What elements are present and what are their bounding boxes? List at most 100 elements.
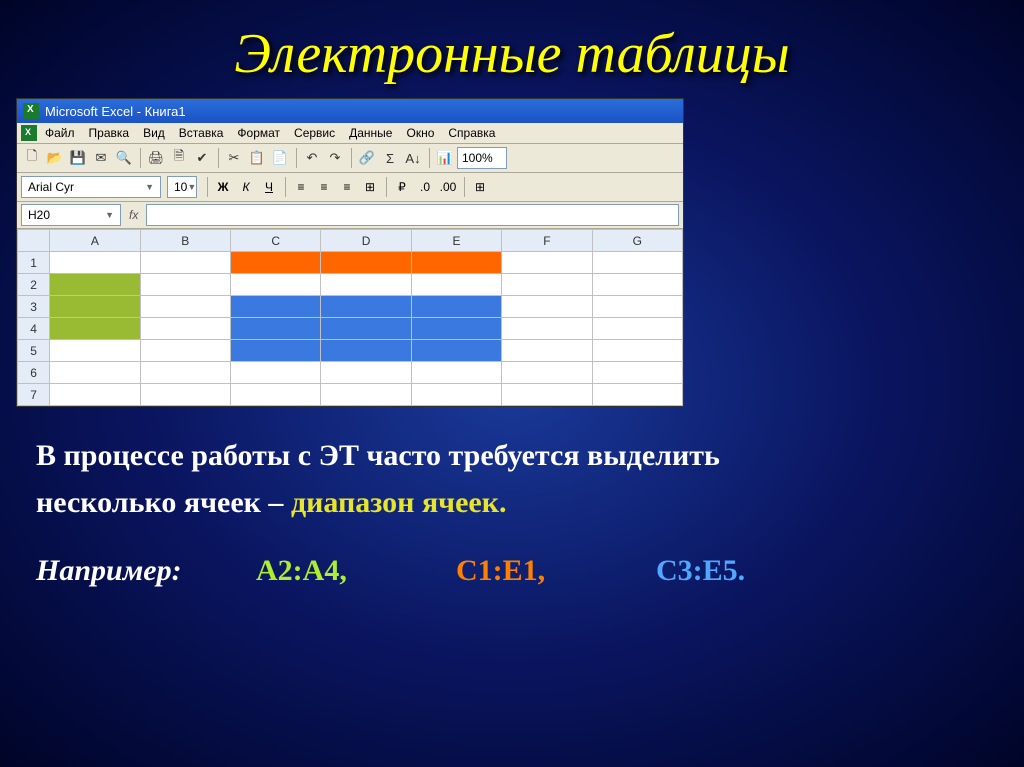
search-icon[interactable]: 🔍 — [113, 147, 135, 169]
name-box[interactable]: H20 ▼ — [21, 204, 121, 226]
cell[interactable] — [140, 384, 230, 406]
italic-button[interactable]: К — [235, 176, 257, 198]
autosum-icon[interactable]: Σ — [379, 147, 401, 169]
save-icon[interactable]: 💾 — [67, 147, 89, 169]
cell[interactable] — [411, 362, 501, 384]
cell[interactable] — [411, 384, 501, 406]
cut-icon[interactable]: ✂ — [223, 147, 245, 169]
row-header[interactable]: 1 — [18, 252, 50, 274]
cell[interactable] — [50, 362, 140, 384]
cell[interactable] — [50, 252, 140, 274]
menu-item[interactable]: Сервис — [294, 126, 335, 140]
undo-icon[interactable]: ↶ — [301, 147, 323, 169]
row-header[interactable]: 3 — [18, 296, 50, 318]
print-icon[interactable]: 🖨 — [145, 147, 167, 169]
cell[interactable] — [140, 274, 230, 296]
cell[interactable] — [411, 340, 501, 362]
cell[interactable] — [230, 362, 320, 384]
cell[interactable] — [321, 384, 411, 406]
hyperlink-icon[interactable]: 🔗 — [356, 147, 378, 169]
row-header[interactable]: 4 — [18, 318, 50, 340]
bold-button[interactable]: Ж — [212, 176, 234, 198]
menu-item[interactable]: Вставка — [179, 126, 224, 140]
cell[interactable] — [592, 340, 682, 362]
col-header[interactable]: F — [502, 230, 592, 252]
cell[interactable] — [50, 318, 140, 340]
cell[interactable] — [230, 296, 320, 318]
underline-button[interactable]: Ч — [258, 176, 280, 198]
cell[interactable] — [592, 274, 682, 296]
menu-item[interactable]: Вид — [143, 126, 165, 140]
cell[interactable] — [140, 252, 230, 274]
cell[interactable] — [50, 296, 140, 318]
menu-item[interactable]: Данные — [349, 126, 392, 140]
currency-icon[interactable]: ₽ — [391, 176, 413, 198]
cell[interactable] — [321, 362, 411, 384]
col-header[interactable]: E — [411, 230, 501, 252]
cell[interactable] — [592, 362, 682, 384]
cell[interactable] — [502, 252, 592, 274]
align-center-icon[interactable]: ≡ — [313, 176, 335, 198]
email-icon[interactable]: ✉ — [90, 147, 112, 169]
cell[interactable] — [502, 340, 592, 362]
cell[interactable] — [140, 296, 230, 318]
col-header[interactable]: A — [50, 230, 140, 252]
cell[interactable] — [140, 362, 230, 384]
cell[interactable] — [50, 340, 140, 362]
cell[interactable] — [50, 274, 140, 296]
row-header[interactable]: 6 — [18, 362, 50, 384]
cell[interactable] — [411, 274, 501, 296]
cell[interactable] — [321, 274, 411, 296]
col-header[interactable]: D — [321, 230, 411, 252]
cell[interactable] — [502, 318, 592, 340]
print-preview-icon[interactable]: 🗎 — [168, 147, 190, 169]
cell[interactable] — [230, 384, 320, 406]
borders-icon[interactable]: ⊞ — [469, 176, 491, 198]
cell[interactable] — [592, 252, 682, 274]
cell[interactable] — [411, 296, 501, 318]
menu-item[interactable]: Окно — [406, 126, 434, 140]
cell[interactable] — [592, 318, 682, 340]
cell[interactable] — [592, 384, 682, 406]
sort-asc-icon[interactable]: A↓ — [402, 147, 424, 169]
menu-item[interactable]: Файл — [45, 126, 75, 140]
spell-check-icon[interactable]: ✔ — [191, 147, 213, 169]
cell[interactable] — [321, 252, 411, 274]
menu-item[interactable]: Правка — [89, 126, 130, 140]
zoom-selector[interactable]: 100% — [457, 147, 507, 169]
cell[interactable] — [230, 274, 320, 296]
cell[interactable] — [230, 318, 320, 340]
row-header[interactable]: 7 — [18, 384, 50, 406]
cell[interactable] — [321, 318, 411, 340]
cell[interactable] — [502, 274, 592, 296]
new-file-icon[interactable]: 🗋 — [21, 147, 43, 169]
chart-icon[interactable]: 📊 — [434, 147, 456, 169]
cell[interactable] — [321, 340, 411, 362]
open-file-icon[interactable]: 📂 — [44, 147, 66, 169]
cell[interactable] — [411, 318, 501, 340]
cell[interactable] — [140, 340, 230, 362]
spreadsheet-grid[interactable]: A B C D E F G 1234567 — [17, 229, 683, 406]
merge-icon[interactable]: ⊞ — [359, 176, 381, 198]
decimal-dec-icon[interactable]: .00 — [437, 176, 459, 198]
cell[interactable] — [230, 340, 320, 362]
redo-icon[interactable]: ↷ — [324, 147, 346, 169]
col-header[interactable]: B — [140, 230, 230, 252]
align-left-icon[interactable]: ≡ — [290, 176, 312, 198]
cell[interactable] — [411, 252, 501, 274]
copy-icon[interactable]: 📋 — [246, 147, 268, 169]
col-header[interactable]: G — [592, 230, 682, 252]
cell[interactable] — [321, 296, 411, 318]
cell[interactable] — [50, 384, 140, 406]
paste-icon[interactable]: 📄 — [269, 147, 291, 169]
font-size-selector[interactable]: 10 ▼ — [167, 176, 197, 198]
row-header[interactable]: 2 — [18, 274, 50, 296]
row-header[interactable]: 5 — [18, 340, 50, 362]
select-all-corner[interactable] — [18, 230, 50, 252]
cell[interactable] — [230, 252, 320, 274]
col-header[interactable]: C — [230, 230, 320, 252]
menu-item[interactable]: Справка — [448, 126, 495, 140]
cell[interactable] — [502, 296, 592, 318]
menu-item[interactable]: Формат — [237, 126, 280, 140]
formula-input[interactable] — [146, 204, 679, 226]
